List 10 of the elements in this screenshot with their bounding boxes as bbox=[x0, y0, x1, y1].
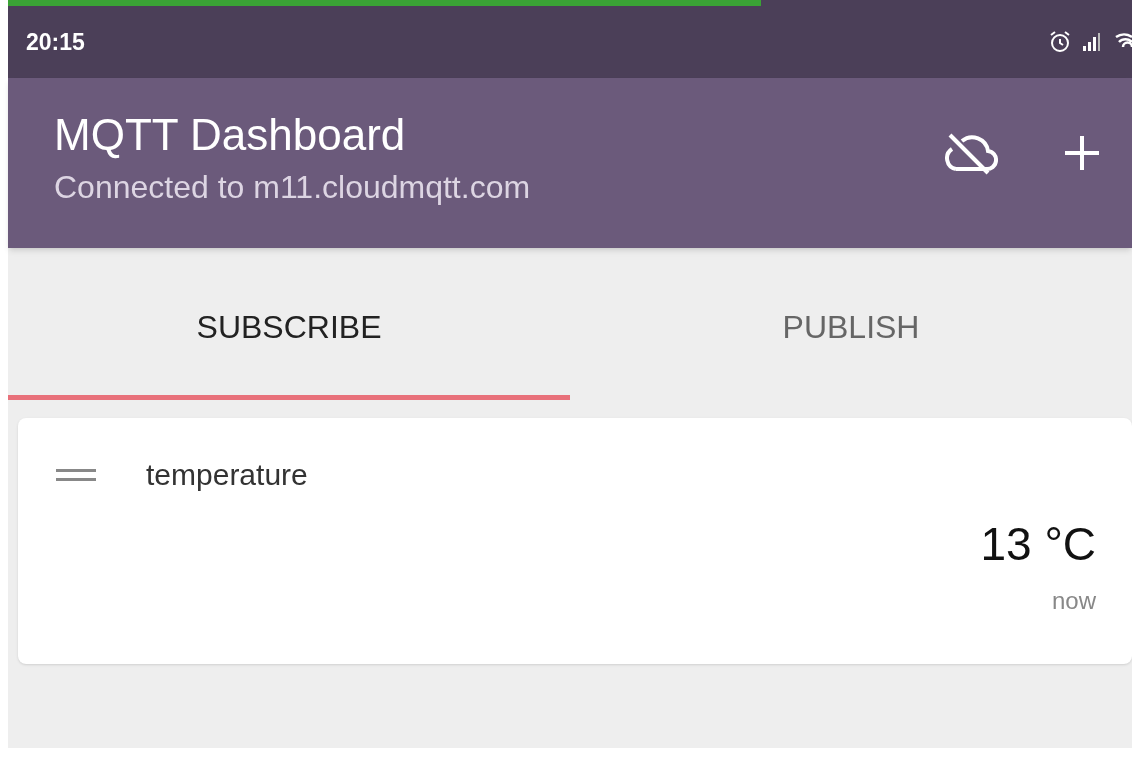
alarm-icon bbox=[1048, 30, 1072, 54]
status-time: 20:15 bbox=[26, 27, 85, 57]
drag-handle-icon[interactable] bbox=[56, 467, 96, 482]
topic-value: 13 °C bbox=[980, 521, 1096, 567]
update-time: now bbox=[1051, 589, 1096, 613]
app-title: MQTT Dashboard bbox=[54, 113, 407, 157]
tab[interactable]: SUBSCRIBE bbox=[8, 248, 570, 400]
tab[interactable]: PUBLISH bbox=[570, 248, 1132, 400]
connection-status: Connected to m11.cloudmqtt.com bbox=[54, 171, 531, 203]
topic-name: temperature bbox=[146, 457, 308, 493]
